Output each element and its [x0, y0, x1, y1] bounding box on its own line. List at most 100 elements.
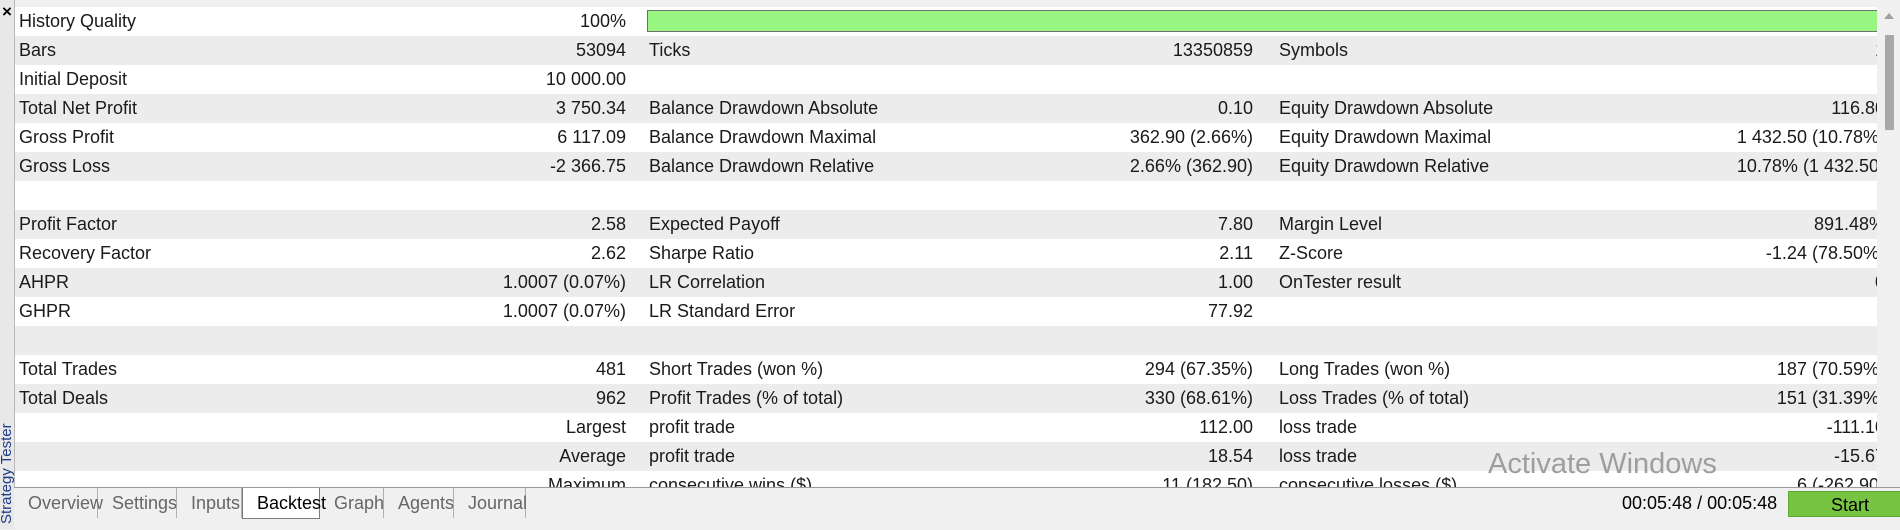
report-row: Averageprofit trade18.54loss trade-15.67	[15, 442, 1877, 471]
label-col2: Balance Drawdown Maximal	[649, 127, 877, 147]
label-col2	[649, 65, 1049, 94]
label-col1: Initial Deposit	[19, 69, 128, 89]
value-col2: 330 (68.61%)	[1144, 388, 1253, 408]
label-col2	[649, 326, 1049, 355]
history-quality-bar	[647, 10, 1877, 32]
report-row: Largest profit trade 112.00 loss trade -111.…	[15, 413, 1877, 442]
label-col2: Expected Payoff	[649, 214, 780, 234]
report-row: GHPR 1.0007 (0.07%) LR Standard Error 77.92	[15, 297, 1877, 326]
history-quality-row: History Quality 100%	[15, 7, 1877, 36]
label-col2: profit trade	[649, 417, 736, 437]
label-col1	[19, 442, 319, 471]
tab-settings[interactable]: Settings	[98, 488, 177, 518]
label-col1	[19, 326, 319, 355]
label-col1: Total Trades	[19, 359, 118, 379]
value-col3: 10.78% (1 432.50)	[1736, 156, 1877, 176]
tab-overview[interactable]: Overview	[14, 488, 103, 518]
value-col1: 2.62	[590, 243, 626, 263]
label-col2: LR Standard Error	[649, 301, 796, 321]
label-col2: Short Trades (won %)	[649, 359, 824, 379]
tab-journal[interactable]: Journal	[454, 488, 527, 518]
report-row: Gross Profit 6 117.09 Balance Drawdown Max…	[15, 123, 1877, 152]
close-icon[interactable]: ×	[0, 2, 14, 22]
panel-title: Strategy Tester	[0, 423, 15, 524]
value-col2: 294 (67.35%)	[1144, 359, 1253, 379]
value-col3	[1575, 181, 1877, 210]
tab-agents[interactable]: Agents	[384, 488, 454, 518]
scroll-up-icon[interactable]	[1884, 13, 1894, 19]
scrollbar-thumb[interactable]	[1885, 35, 1894, 130]
backtest-report: History Quality 100% Bars 53094 Ticks 13350…	[15, 7, 1877, 487]
value-col2: 18.54	[1207, 446, 1253, 466]
value-col1: 1.0007 (0.07%)	[502, 272, 626, 292]
value-col3	[1575, 297, 1877, 326]
label-col2: Balance Drawdown Absolute	[649, 98, 879, 118]
value-col2: 13350859	[1172, 40, 1253, 60]
label-col1: GHPR	[19, 301, 72, 321]
start-button[interactable]: Start	[1788, 491, 1900, 517]
history-quality-label: History Quality	[19, 11, 137, 31]
elapsed-timer: 00:05:48 / 00:05:48	[1622, 493, 1778, 513]
value-col2	[995, 181, 1253, 210]
strategy-tester-side-panel: × Strategy Tester	[0, 0, 15, 529]
vertical-scrollbar[interactable]	[1878, 7, 1900, 487]
report-row: Recovery Factor 2.62 Sharpe Ratio 2.11 Z-Sco…	[15, 239, 1877, 268]
tab-backtest[interactable]: Backtest	[242, 488, 326, 519]
value-col2: 2.66% (362.90)	[1129, 156, 1253, 176]
value-col1: 481	[595, 359, 626, 379]
label-col1: Profit Factor	[19, 214, 118, 234]
value-col3: 1	[1575, 36, 1877, 65]
value-col2: 2.11	[1219, 243, 1253, 263]
value-col1: 6 117.09	[557, 127, 626, 147]
label-col2: Ticks	[649, 40, 691, 60]
value-col1: 10 000.00	[545, 69, 626, 89]
tab-graph[interactable]: Graph	[320, 488, 384, 518]
value-col3: 1 432.50 (10.78%)	[1736, 127, 1877, 147]
label-col2	[649, 181, 1049, 210]
value-col2: 362.90 (2.66%)	[1129, 127, 1253, 147]
value-col2	[995, 326, 1253, 355]
value-col2: 0.10	[1217, 98, 1253, 118]
label-col1	[19, 413, 319, 442]
label-col1: Recovery Factor	[19, 243, 152, 263]
report-row: Profit Factor 2.58 Expected Payoff 7.80 Marg…	[15, 210, 1877, 239]
label-col2: Sharpe Ratio	[649, 243, 755, 263]
label-col2: Profit Trades (% of total)	[649, 388, 844, 408]
value-col1: Largest	[565, 417, 626, 437]
report-row: Total Net Profit 3 750.34 Balance Drawdown…	[15, 94, 1877, 123]
value-col2	[995, 65, 1253, 94]
history-quality-bar-fill	[648, 11, 1877, 31]
label-col2: Balance Drawdown Relative	[649, 156, 875, 176]
label-col1: Total Deals	[19, 388, 109, 408]
label-col2: consecutive wins ($)	[649, 475, 813, 487]
label-col1: Gross Profit	[19, 127, 115, 147]
value-col3: 0	[1575, 268, 1877, 297]
label-col2: LR Correlation	[649, 272, 766, 292]
report-row: Gross Loss -2 366.75 Balance Drawdown Rela…	[15, 152, 1877, 181]
value-col1: 53094	[575, 40, 626, 60]
report-row: Maximum consecutive wins ($) 11 (182.50) co…	[15, 471, 1877, 487]
value-col1	[315, 181, 626, 210]
value-col1: 2.58	[590, 214, 626, 234]
value-col3	[1575, 326, 1877, 355]
value-col1: 3 750.34	[555, 98, 626, 118]
value-col1	[315, 326, 626, 355]
label-col1: Total Net Profit	[19, 98, 138, 118]
label-col1	[19, 471, 319, 487]
tab-inputs[interactable]: Inputs	[177, 488, 242, 518]
report-row: Bars53094Ticks13350859Symbols1	[15, 36, 1877, 65]
report-row: Total Deals 962 Profit Trades (% of total)…	[15, 384, 1877, 413]
label-col2: profit trade	[649, 446, 736, 466]
value-col3: 116.80	[1831, 98, 1877, 118]
value-col3: -111.10	[1826, 417, 1877, 437]
value-col2: 77.92	[1207, 301, 1253, 321]
label-col1: AHPR	[19, 272, 70, 292]
value-col3: 891.48%	[1813, 214, 1877, 234]
label-col1: Gross Loss	[19, 156, 111, 176]
report-row: AHPR 1.0007 (0.07%) LR Correlation 1.00 OnTe…	[15, 268, 1877, 297]
label-col1: Bars	[19, 40, 57, 60]
value-col3: -15.67	[1833, 446, 1877, 466]
value-col1: 962	[595, 388, 626, 408]
value-col3: 187 (70.59%)	[1776, 359, 1877, 379]
value-col2: 11 (182.50)	[1162, 475, 1253, 487]
